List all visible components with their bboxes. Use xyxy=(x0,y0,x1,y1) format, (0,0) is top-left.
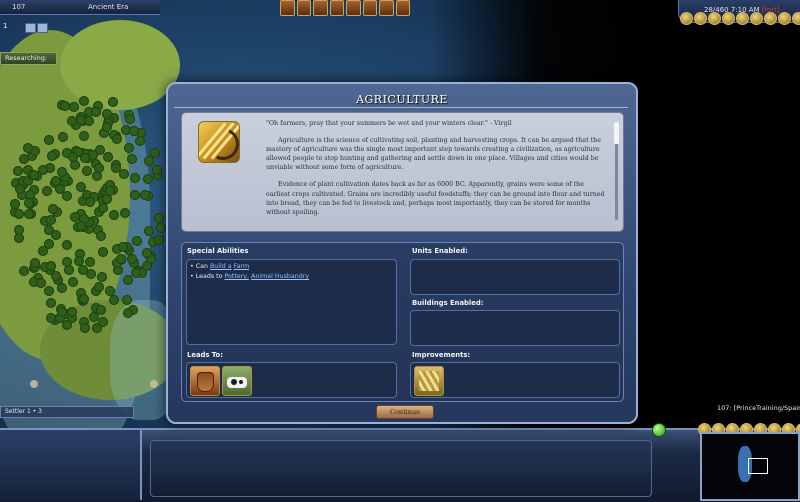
unit-strip[interactable]: Settler 1 • 3 xyxy=(0,406,134,418)
corporation-icon[interactable] xyxy=(736,12,749,25)
continue-button[interactable]: Continue xyxy=(376,405,434,419)
top-left-bar: 107 Ancient Era xyxy=(0,0,160,15)
tech-dialog: AGRICULTURE "Oh farmers, pray that your … xyxy=(166,82,638,424)
ability-1-prefix: • Can xyxy=(190,263,208,270)
unit-info-panel xyxy=(0,430,142,500)
tech-advisor-icon[interactable] xyxy=(362,0,377,16)
top-right-icons xyxy=(680,12,800,25)
leads-to-box xyxy=(186,362,397,398)
tech-description-panel: "Oh farmers, pray that your summers be w… xyxy=(181,112,624,232)
religion-advisor-icon[interactable] xyxy=(379,0,394,16)
unit-strip-label: Settler 1 • 3 xyxy=(5,408,42,415)
menu-icon[interactable] xyxy=(680,12,693,25)
description-paragraph-2: Evidence of plant cultivation dates back… xyxy=(266,181,605,216)
ability-build-farm: • Can Build a Farm xyxy=(190,263,249,270)
tech-details-panel: Special Abilities • Can Build a Farm • L… xyxy=(181,242,624,402)
units-enabled-label: Units Enabled: xyxy=(412,247,468,255)
minimap[interactable] xyxy=(700,432,800,501)
era-label: Ancient Era xyxy=(88,3,129,11)
pottery-icon[interactable] xyxy=(190,366,220,396)
build-a-link[interactable]: Build a xyxy=(210,263,232,270)
research-bar[interactable]: Researching: xyxy=(0,52,57,65)
domestic-advisor-icon[interactable] xyxy=(280,0,295,16)
animal-husbandry-icon[interactable] xyxy=(222,366,252,396)
special-abilities-box: • Can Build a Farm • Leads to Pottery, A… xyxy=(186,259,397,345)
military-advisor-icon[interactable] xyxy=(346,0,361,16)
espionage-icon[interactable] xyxy=(750,12,763,25)
title-divider xyxy=(174,107,628,108)
civics-advisor-icon[interactable] xyxy=(313,0,328,16)
finance-advisor-icon[interactable] xyxy=(296,0,311,16)
farm-link[interactable]: Farm xyxy=(234,263,250,270)
tech-description-text[interactable]: "Oh farmers, pray that your summers be w… xyxy=(266,119,606,227)
victory-advisor-icon[interactable] xyxy=(395,0,410,16)
farm-icon[interactable] xyxy=(414,366,444,396)
gold-amount: 1 xyxy=(3,22,8,30)
player-label: 107: [PrinceTraining/Spain] xyxy=(717,404,800,412)
end-turn-orb-icon[interactable] xyxy=(652,423,666,437)
advisor-bar xyxy=(280,0,410,16)
info-icon[interactable] xyxy=(778,12,791,25)
ability-leads-to: • Leads to Pottery, Animal Husbandry xyxy=(190,273,309,280)
minimap-viewport[interactable] xyxy=(748,458,768,474)
victory-icon[interactable] xyxy=(764,12,777,25)
science-slider-icon[interactable] xyxy=(25,23,36,33)
religion-icon[interactable] xyxy=(722,12,735,25)
improvements-box xyxy=(410,362,620,398)
leads-to-label: Leads To: xyxy=(187,351,223,359)
pottery-link[interactable]: Pottery, xyxy=(224,273,249,280)
settings-icon[interactable] xyxy=(792,12,800,25)
foreign-advisor-icon[interactable] xyxy=(329,0,344,16)
culture-slider-icon[interactable] xyxy=(37,23,48,33)
gold-status: 1 xyxy=(3,22,63,33)
turn-counter: 107 xyxy=(12,3,26,11)
animal-husbandry-link[interactable]: Animal Husbandry xyxy=(251,273,309,280)
tech-quote: "Oh farmers, pray that your summers be w… xyxy=(266,120,512,127)
action-panel xyxy=(150,440,652,497)
agriculture-tech-icon xyxy=(198,121,240,163)
civilopedia-icon[interactable] xyxy=(694,12,707,25)
dialog-title: AGRICULTURE xyxy=(356,93,448,106)
description-scroll-thumb[interactable] xyxy=(614,122,619,144)
buildings-enabled-box xyxy=(410,310,620,346)
units-enabled-box xyxy=(410,259,620,295)
ability-2-prefix: • Leads to xyxy=(190,273,223,280)
buildings-enabled-label: Buildings Enabled: xyxy=(412,299,484,307)
research-label: Researching: xyxy=(5,54,48,62)
special-abilities-label: Special Abilities xyxy=(187,247,249,255)
improvements-label: Improvements: xyxy=(412,351,471,359)
description-paragraph-1: Agriculture is the science of cultivatin… xyxy=(266,137,601,172)
advisor-icon[interactable] xyxy=(708,12,721,25)
